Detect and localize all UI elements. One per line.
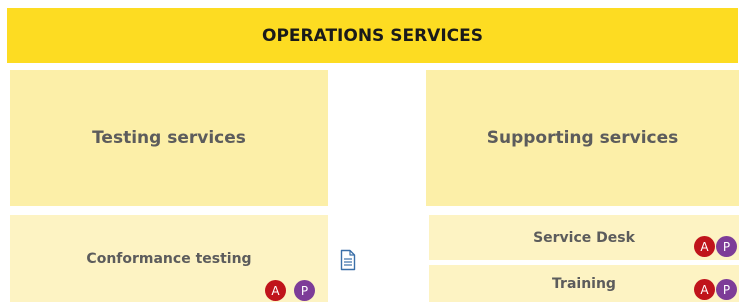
banner-title: OPERATIONS SERVICES <box>262 25 483 46</box>
document-icon[interactable] <box>340 249 356 271</box>
testing-services-label: Testing services <box>92 128 246 148</box>
service-desk-label: Service Desk <box>533 229 635 246</box>
training-badge-a: A <box>694 279 715 300</box>
testing-services-header: Testing services <box>10 70 328 206</box>
service-desk-badge-p: P <box>716 236 737 257</box>
service-desk-box[interactable]: Service Desk <box>429 215 739 260</box>
conformance-testing-badge-a: A <box>265 280 286 301</box>
service-desk-badge-a: A <box>694 236 715 257</box>
supporting-services-label: Supporting services <box>486 128 679 148</box>
conformance-testing-label: Conformance testing <box>86 250 252 267</box>
supporting-services-header: Supporting services <box>426 70 739 206</box>
training-box[interactable]: Training <box>429 265 739 302</box>
conformance-testing-badge-p: P <box>294 280 315 301</box>
operations-services-banner: OPERATIONS SERVICES <box>7 8 738 63</box>
training-badge-p: P <box>716 279 737 300</box>
training-label: Training <box>552 275 616 292</box>
